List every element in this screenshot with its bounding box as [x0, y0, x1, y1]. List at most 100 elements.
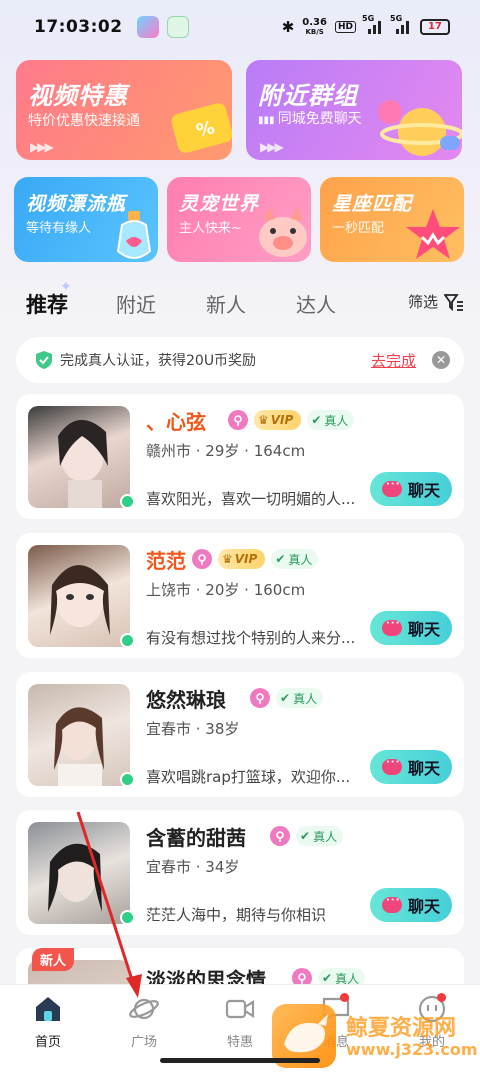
pet-world-title: 灵宠世界 — [179, 193, 260, 215]
user-bio: 喜欢唱跳rap打篮球，欢迎你... — [146, 768, 351, 786]
verified-icon: ✔ — [311, 413, 322, 427]
star-icon — [406, 209, 460, 259]
online-status-dot — [120, 633, 135, 648]
app-notification-icon — [136, 16, 159, 38]
nearby-group-subtitle: ▮▮▮ 同城免费聊天 — [258, 111, 362, 127]
zodiac-match-title: 星座匹配 — [332, 193, 413, 215]
video-bottle-subtitle: 等待有缘人 — [26, 221, 92, 236]
user-meta: 赣州市 · 29岁 · 164cm — [146, 442, 306, 460]
real-person-badge: ✔ 真人 — [307, 410, 355, 430]
badges: ✔ 真人 — [250, 688, 324, 708]
username: 悠然琳琅 — [146, 688, 226, 712]
badges: ♛ VIP ✔ 真人 — [228, 410, 355, 430]
video-bottle-card[interactable]: 视频漂流瓶 等待有缘人 — [14, 177, 158, 262]
chat-button[interactable]: 聊天 — [370, 750, 452, 784]
play-arrows-icon: ▶▶▶ — [260, 140, 284, 154]
username: 范范 — [146, 549, 186, 573]
pet-world-card[interactable]: 灵宠世界 主人快来~ — [167, 177, 311, 262]
female-icon — [270, 826, 290, 846]
home-icon — [36, 997, 60, 1021]
user-meta: 宜春市 · 38岁 — [146, 720, 240, 738]
user-bio: 喜欢阳光，喜欢一切明媚的人... — [146, 490, 356, 508]
chat-bubble-icon — [381, 479, 402, 497]
avatar-photo — [54, 707, 104, 786]
chat-button[interactable]: 聊天 — [370, 611, 452, 645]
status-bar: 17:03:02 ✱ 0.36 KB/S HD 5G 5G 17 — [0, 0, 480, 54]
watermark-url: www.j323.com — [346, 1040, 478, 1059]
chat-button[interactable]: 聊天 — [370, 888, 452, 922]
avatar-photo — [58, 419, 108, 508]
tab-nearby[interactable]: 附近 — [116, 289, 156, 318]
video-deal-subtitle: 特价优惠快速接通 — [28, 113, 140, 129]
real-person-badge: ✔ 真人 — [276, 688, 324, 708]
vip-badge: ♛ VIP — [218, 549, 266, 569]
nearby-group-card[interactable]: 附近群组 ▮▮▮ 同城免费聊天 ▶▶▶ — [246, 60, 462, 160]
nav-home[interactable]: 首页 — [0, 993, 96, 1050]
feed-tabs: 推荐 ✦ 附近 新人 达人 筛选 — [0, 279, 480, 325]
nav-square[interactable]: 广场 — [96, 993, 192, 1050]
status-time: 17:03:02 — [34, 17, 123, 37]
real-person-badge: ✔ 真人 — [296, 826, 344, 846]
female-icon — [228, 410, 248, 430]
avatar[interactable] — [28, 406, 130, 508]
video-deal-card[interactable]: 视频特惠 特价优惠快速接通 ▶▶▶ % — [16, 60, 232, 160]
new-user-badge: 新人 — [32, 948, 75, 971]
shield-check-icon — [36, 351, 52, 369]
avatar[interactable] — [28, 545, 130, 647]
female-icon — [250, 688, 270, 708]
user-meta: 上饶市 · 20岁 · 160cm — [146, 581, 306, 599]
bluetooth-icon: ✱ — [281, 18, 295, 36]
play-arrows-icon: ▶▶▶ — [30, 140, 54, 154]
video-camera-icon — [225, 999, 255, 1019]
user-card[interactable]: 悠然琳琅 ✔真人 宜春市 · 38岁 喜欢唱跳rap打篮球，欢迎你... 聊天 — [16, 672, 464, 797]
verified-icon: ✔ — [280, 691, 291, 705]
avatar[interactable] — [28, 822, 130, 924]
ticket-icon: % — [171, 103, 232, 153]
hd-icon: HD — [334, 21, 356, 33]
user-card[interactable]: 范范 ♛ VIP ✔ 真人 上饶市 · 20岁 · 160cm 有没有想过找个特别的… — [16, 533, 464, 658]
online-status-dot — [120, 910, 135, 925]
signal-icon: 5G — [362, 14, 384, 34]
verify-action-link[interactable]: 去完成 — [371, 350, 416, 371]
battery-icon: 17 — [420, 19, 450, 35]
chat-bubble-icon — [381, 618, 402, 636]
filter-button[interactable]: 筛选 — [408, 291, 464, 312]
planet-chat-icon — [378, 100, 462, 156]
network-speed: 0.36 KB/S — [302, 16, 327, 36]
user-card[interactable]: 、心弦 ♛ VIP ✔ 真人 赣州市 · 29岁 · 164cm 喜欢阳光，喜欢一切… — [16, 394, 464, 519]
planet-icon — [129, 998, 159, 1020]
chat-bubble-icon — [381, 895, 402, 913]
online-status-dot — [120, 494, 135, 509]
pig-icon — [259, 207, 307, 257]
close-icon[interactable]: ✕ — [432, 351, 450, 369]
zodiac-match-card[interactable]: 星座匹配 一秒匹配 — [320, 177, 464, 262]
avatar[interactable] — [28, 684, 130, 786]
verify-banner: 完成真人认证，获得20U币奖励 去完成 ✕ — [16, 337, 464, 383]
chat-button[interactable]: 聊天 — [370, 472, 452, 506]
filter-label: 筛选 — [407, 293, 438, 311]
user-card[interactable]: 含蓄的甜茜 ✔真人 宜春市 · 34岁 茫茫人海中，期待与你相识 聊天 — [16, 810, 464, 935]
tab-expert[interactable]: 达人 — [296, 289, 336, 318]
bottle-icon — [116, 211, 152, 259]
verified-icon: ✔ — [300, 829, 311, 843]
username: 含蓄的甜茜 — [146, 826, 246, 850]
user-meta: 宜春市 · 34岁 — [146, 858, 240, 876]
badges: ✔ 真人 — [270, 826, 344, 846]
signal-icon-2: 5G — [390, 14, 412, 34]
pet-world-subtitle: 主人快来~ — [179, 221, 242, 236]
avatar-photo — [50, 565, 110, 635]
filter-icon — [444, 293, 463, 311]
real-person-badge: ✔ 真人 — [271, 549, 319, 569]
video-deal-title: 视频特惠 — [28, 82, 128, 110]
tab-newcomer[interactable]: 新人 — [206, 289, 246, 318]
video-bottle-title: 视频漂流瓶 — [26, 193, 127, 215]
chat-bubble-icon — [381, 757, 402, 775]
home-notification-icon — [166, 16, 189, 38]
nearby-group-title: 附近群组 — [258, 82, 358, 110]
verified-icon: ✔ — [275, 552, 286, 566]
verified-icon: ✔ — [322, 971, 333, 985]
sparkle-icon: ✦ — [60, 279, 72, 295]
crown-icon: ♛ — [222, 552, 233, 566]
online-status-dot — [120, 772, 135, 787]
zodiac-match-subtitle: 一秒匹配 — [332, 221, 385, 236]
